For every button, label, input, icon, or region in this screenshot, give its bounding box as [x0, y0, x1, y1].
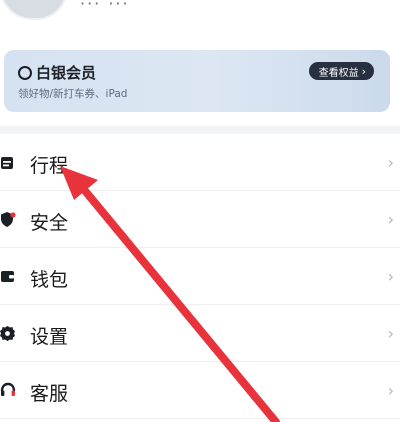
membership-title: 白银会员: [36, 64, 97, 82]
chevron-right-icon: ›: [387, 381, 394, 400]
menu-item-settings[interactable]: 设置 ›: [0, 305, 400, 362]
menu-item-trips[interactable]: 行程 ›: [0, 134, 400, 191]
menu-item-label: 客服: [30, 383, 69, 405]
avatar[interactable]: [0, 0, 68, 20]
chevron-right-icon: ›: [387, 153, 394, 172]
shield-icon: [1, 212, 16, 227]
menu-item-label: 设置: [30, 326, 69, 348]
menu-item-label: 安全: [30, 212, 69, 234]
wallet-icon: [1, 271, 14, 282]
membership-ring-icon: [18, 65, 32, 80]
menu-item-label: 行程: [30, 155, 69, 177]
calendar-icon: [1, 157, 13, 169]
headset-icon: [0, 382, 16, 396]
membership-card[interactable]: 白银会员 领好物/新打车券、iPad 查看权益 ›: [4, 50, 390, 112]
chevron-right-icon: ›: [361, 64, 366, 78]
section-divider: [0, 126, 400, 134]
gear-icon: [0, 326, 15, 341]
profile-name: ··· ···: [80, 0, 130, 13]
chevron-right-icon: ›: [387, 210, 394, 229]
membership-subtitle: 领好物/新打车券、iPad: [18, 88, 128, 100]
membership-title-row: 白银会员: [18, 62, 96, 83]
menu-item-label: 钱包: [30, 269, 69, 291]
view-benefits-button[interactable]: 查看权益 ›: [308, 62, 374, 80]
chevron-right-icon: ›: [387, 267, 394, 286]
menu-item-safety[interactable]: 安全 ›: [0, 191, 400, 248]
menu-list: 行程 › 安全 › 钱包 › 设置 › 客服 ›: [0, 134, 400, 419]
view-benefits-label: 查看权益: [318, 67, 359, 79]
profile-header: ··· ···: [0, 0, 400, 48]
chevron-right-icon: ›: [387, 324, 394, 343]
menu-item-wallet[interactable]: 钱包 ›: [0, 248, 400, 305]
menu-item-customer-service[interactable]: 客服 ›: [0, 362, 400, 419]
